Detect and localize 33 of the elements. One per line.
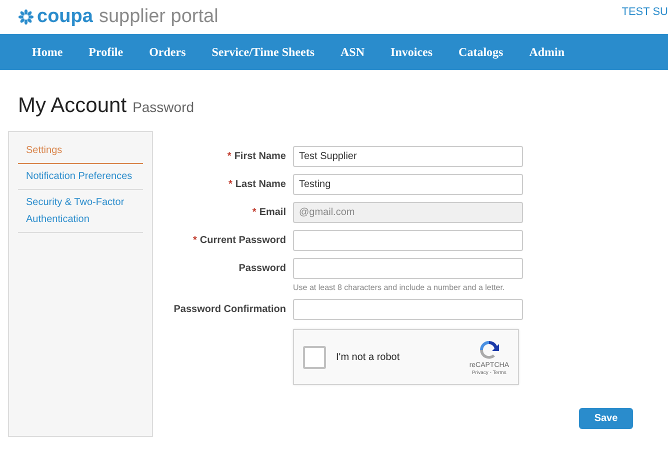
input-field[interactable]: Testing xyxy=(293,174,523,195)
nav-item[interactable]: Catalogs xyxy=(458,44,504,60)
nav-item[interactable]: Invoices xyxy=(390,44,433,60)
user-link[interactable]: TEST SU xyxy=(622,6,668,18)
save-button[interactable]: Save xyxy=(579,408,633,429)
logo-icon xyxy=(18,9,34,25)
nav-item[interactable]: Service/Time Sheets xyxy=(212,44,315,60)
field-hint: Use at least 8 characters and include a number and a letter. xyxy=(293,283,506,292)
field-label: * Last Name xyxy=(228,179,286,190)
page-title: My Account xyxy=(18,94,127,118)
logo-product: supplier portal xyxy=(98,6,218,28)
field-label: Password Confirmation xyxy=(172,304,286,315)
input-field[interactable] xyxy=(293,258,523,279)
field-label: Password xyxy=(238,263,286,274)
field-label: * First Name xyxy=(226,151,286,162)
logo-brand: coupa xyxy=(37,6,93,28)
sidebar-item[interactable]: Security & Two-Factor Authentication xyxy=(18,190,143,233)
page-subtitle: Password xyxy=(132,99,194,115)
sidebar-item[interactable]: Settings xyxy=(18,138,143,164)
captcha-checkbox[interactable] xyxy=(303,346,326,368)
sidebar-item[interactable]: Notification Preferences xyxy=(18,164,143,190)
input-field[interactable] xyxy=(293,230,523,251)
nav-item[interactable]: Home xyxy=(32,44,63,60)
nav-item[interactable]: Admin xyxy=(529,44,565,60)
captcha-label: I'm not a robot xyxy=(336,352,401,362)
input-field[interactable] xyxy=(293,299,523,320)
nav-item[interactable]: Profile xyxy=(88,44,124,60)
nav-item[interactable]: ASN xyxy=(340,44,365,60)
nav-item[interactable]: Orders xyxy=(149,44,186,60)
field-label: * Email xyxy=(251,207,286,218)
input-field[interactable]: Test Supplier xyxy=(293,146,523,167)
field-label: * Current Password xyxy=(192,235,286,246)
recaptcha-icon xyxy=(477,338,502,362)
